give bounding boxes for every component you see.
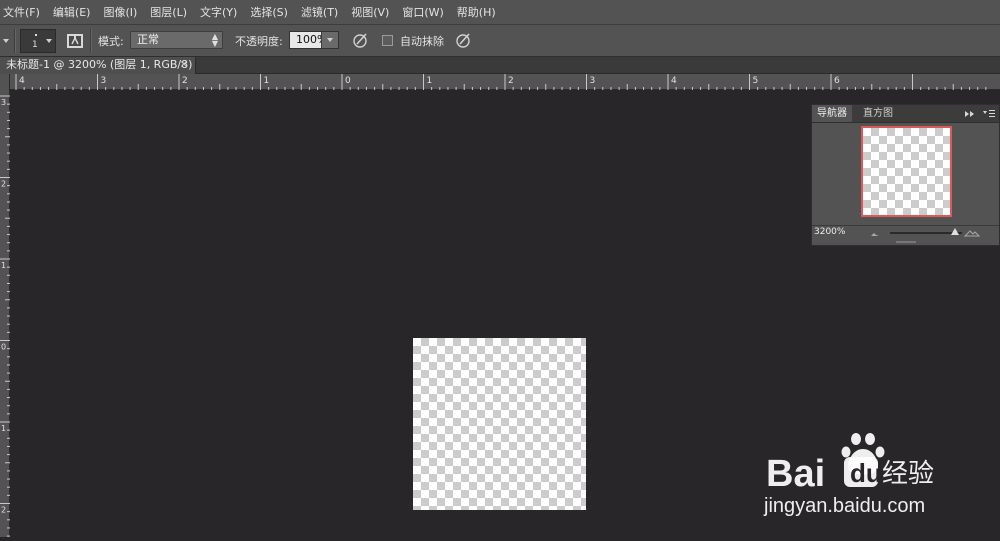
mode-label: 模式: bbox=[98, 35, 124, 48]
brand-text: Bai bbox=[766, 453, 825, 495]
menu-help[interactable]: 帮助(H) bbox=[457, 4, 496, 20]
brush-size: 1 bbox=[32, 40, 38, 50]
menu-type[interactable]: 文字(Y) bbox=[200, 4, 237, 20]
menu-select[interactable]: 选择(S) bbox=[250, 4, 288, 20]
menu-filter[interactable]: 滤镜(T) bbox=[301, 4, 338, 20]
ruler-label: 6 bbox=[834, 76, 840, 86]
mode-select[interactable]: 正常 ▲ ▼ bbox=[130, 31, 223, 49]
tab-navigator[interactable]: 导航器 bbox=[812, 105, 852, 122]
menu-window[interactable]: 窗口(W) bbox=[402, 4, 443, 20]
ruler-label: 2 bbox=[182, 76, 188, 86]
vertical-ruler[interactable]: 3 2 1 0 1 2 bbox=[0, 74, 10, 537]
ruler-label: 1 bbox=[1, 424, 6, 433]
pen-pressure-icon bbox=[353, 33, 367, 48]
auto-erase-label: 自动抹除 bbox=[400, 35, 444, 48]
menu-image[interactable]: 图像(I) bbox=[103, 4, 137, 20]
tab-histogram[interactable]: 直方图 bbox=[858, 105, 898, 122]
panel-tab-strip: 导航器 直方图 bbox=[812, 105, 999, 123]
ruler-label: 1 bbox=[427, 76, 433, 86]
horizontal-ruler[interactable]: 4 3 2 1 0 1 2 3 4 5 6 bbox=[10, 74, 1000, 90]
document-tab-bar: 未标题-1 @ 3200% (图层 1, RGB/8) × bbox=[0, 57, 1000, 74]
brush-panel-icon bbox=[67, 34, 83, 48]
divider bbox=[14, 29, 15, 53]
ruler-label: 2 bbox=[1, 180, 6, 189]
options-bar: 1 模式: 正常 ▲ ▼ 不透明度: 100% 自动抹除 bbox=[0, 25, 1000, 57]
auto-erase-checkbox[interactable] bbox=[382, 35, 393, 46]
ruler-label: 1 bbox=[264, 76, 270, 86]
opacity-dropdown-button[interactable] bbox=[321, 32, 338, 48]
navigator-preview[interactable] bbox=[861, 126, 952, 217]
updown-icon: ▲ ▼ bbox=[211, 32, 218, 48]
menu-file[interactable]: 文件(F) bbox=[3, 4, 40, 20]
menu-layer[interactable]: 图层(L) bbox=[150, 4, 187, 20]
chevron-down-icon bbox=[46, 39, 52, 43]
menu-edit[interactable]: 编辑(E) bbox=[53, 4, 91, 20]
navigator-zoom-bar: 3200% bbox=[812, 225, 999, 241]
ruler-ticks: 3 2 1 0 1 2 bbox=[0, 95, 10, 537]
mode-value: 正常 bbox=[137, 33, 159, 46]
menu-bar: 文件(F) 编辑(E) 图像(I) 图层(L) 文字(Y) 选择(S) 滤镜(T… bbox=[0, 0, 1000, 25]
ruler-label: 2 bbox=[508, 76, 514, 86]
divider bbox=[90, 29, 91, 53]
baidu-watermark: Bai du 经验 jingyan.baidu.com bbox=[762, 430, 962, 525]
collapse-icon[interactable] bbox=[964, 110, 976, 118]
ruler-label: 2 bbox=[1, 506, 6, 515]
opacity-input[interactable]: 100% bbox=[289, 31, 339, 49]
ruler-label: 4 bbox=[671, 76, 677, 86]
ruler-label: 0 bbox=[345, 76, 351, 86]
document-tab[interactable]: 未标题-1 @ 3200% (图层 1, RGB/8) × bbox=[0, 57, 196, 74]
ruler-label: 3 bbox=[101, 76, 107, 86]
ruler-label: 4 bbox=[19, 76, 25, 86]
baidu-logo: Bai du 经验 jingyan.baidu.com bbox=[763, 433, 934, 517]
menu-view[interactable]: 视图(V) bbox=[351, 4, 389, 20]
pen-pressure-icon bbox=[456, 33, 470, 48]
opacity-pressure-button[interactable] bbox=[352, 31, 370, 53]
tool-preset-arrow[interactable] bbox=[3, 39, 9, 43]
watermark-url: jingyan.baidu.com bbox=[763, 495, 925, 517]
transparent-canvas[interactable] bbox=[413, 338, 586, 510]
resize-grip-icon[interactable] bbox=[896, 240, 916, 244]
ruler-label: 0 bbox=[1, 343, 6, 352]
ruler-label: 3 bbox=[590, 76, 596, 86]
ruler-label: 1 bbox=[1, 261, 6, 270]
opacity-label: 不透明度: bbox=[235, 35, 283, 48]
brush-tip-icon bbox=[35, 34, 37, 36]
panel-menu-icon[interactable] bbox=[982, 109, 996, 118]
zoom-slider-thumb[interactable] bbox=[951, 228, 959, 235]
brush-panel-toggle[interactable] bbox=[66, 32, 84, 54]
close-icon[interactable]: × bbox=[180, 57, 188, 73]
zoom-in-icon[interactable] bbox=[964, 229, 980, 237]
ruler-label: 3 bbox=[1, 98, 6, 107]
brush-preset-picker[interactable]: 1 bbox=[20, 29, 56, 53]
ruler-label: 5 bbox=[753, 76, 759, 86]
document-tab-title: 未标题-1 @ 3200% (图层 1, RGB/8) bbox=[6, 58, 193, 71]
size-pressure-button[interactable] bbox=[455, 31, 473, 53]
du-glyph: du bbox=[850, 458, 882, 488]
zoom-out-icon[interactable] bbox=[870, 231, 880, 237]
ruler-ticks: 4 3 2 1 0 1 2 3 4 5 6 bbox=[15, 74, 987, 90]
brand-suffix: 经验 bbox=[882, 459, 934, 489]
zoom-level[interactable]: 3200% bbox=[814, 227, 845, 237]
navigator-panel: 导航器 直方图 3200% bbox=[811, 104, 1000, 246]
